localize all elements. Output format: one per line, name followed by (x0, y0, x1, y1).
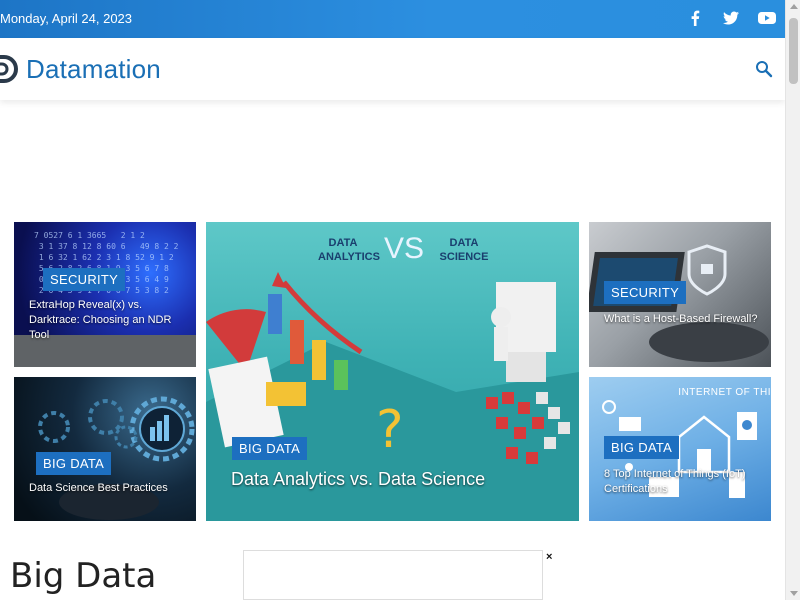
ad-banner[interactable] (243, 550, 543, 600)
article-title[interactable]: Data Science Best Practices (29, 481, 194, 496)
youtube-icon[interactable] (757, 8, 777, 28)
logo-mark-icon (0, 55, 18, 83)
featured-tile[interactable]: INTERNET OF THI BIG DATA 8 Top Internet … (589, 377, 771, 521)
gears-image (38, 396, 195, 520)
featured-tile[interactable]: BIG DATA Data Science Best Practices (14, 377, 196, 521)
scrollbar-thumb[interactable] (789, 18, 798, 84)
image-text-iot: INTERNET OF THI (678, 387, 771, 398)
featured-tile[interactable]: SECURITY What is a Host-Based Firewall? (589, 222, 771, 367)
scroll-down-icon[interactable] (790, 591, 798, 596)
current-date: Monday, April 24, 2023 (0, 11, 133, 26)
category-badge[interactable]: BIG DATA (232, 437, 308, 460)
image-text-vs: VS (384, 232, 425, 265)
top-bar: Monday, April 24, 2023 (0, 0, 785, 38)
category-badge[interactable]: BIG DATA (604, 436, 680, 459)
svg-text:?: ? (376, 400, 404, 460)
article-title[interactable]: Data Analytics vs. Data Science (231, 468, 571, 490)
twitter-icon[interactable] (721, 8, 741, 28)
section-title: Big Data (10, 556, 157, 596)
image-text-analytics: DATA ANALYTICS (318, 237, 380, 263)
site-logo[interactable]: Datamation (0, 53, 161, 85)
search-icon[interactable] (755, 60, 773, 78)
page-scrollbar[interactable] (785, 0, 800, 600)
featured-tile[interactable]: 7 0527 6 1 3665 2 1 2 3 1 37 8 12 8 60 6… (14, 222, 196, 367)
social-links (685, 8, 777, 28)
facebook-icon[interactable] (685, 8, 705, 28)
logo-text: Datamation (26, 53, 161, 84)
category-badge[interactable]: BIG DATA (36, 452, 112, 475)
category-badge[interactable]: SECURITY (604, 281, 687, 304)
category-badge[interactable]: SECURITY (43, 268, 126, 291)
scroll-up-icon[interactable] (790, 4, 798, 9)
ad-close-button[interactable]: × (546, 551, 552, 563)
site-header: Datamation (0, 38, 785, 100)
image-text-science: DATA SCIENCE (439, 237, 489, 263)
article-title[interactable]: 8 Top Internet of Things (IoT) Certifica… (604, 467, 764, 497)
article-title[interactable]: ExtraHop Reveal(x) vs. Darktrace: Choosi… (29, 298, 189, 343)
featured-tile[interactable]: ? DATA ANALYTICS VS DATA SCIENCE BIG DAT… (206, 222, 579, 521)
article-title[interactable]: What is a Host-Based Firewall? (604, 312, 764, 327)
